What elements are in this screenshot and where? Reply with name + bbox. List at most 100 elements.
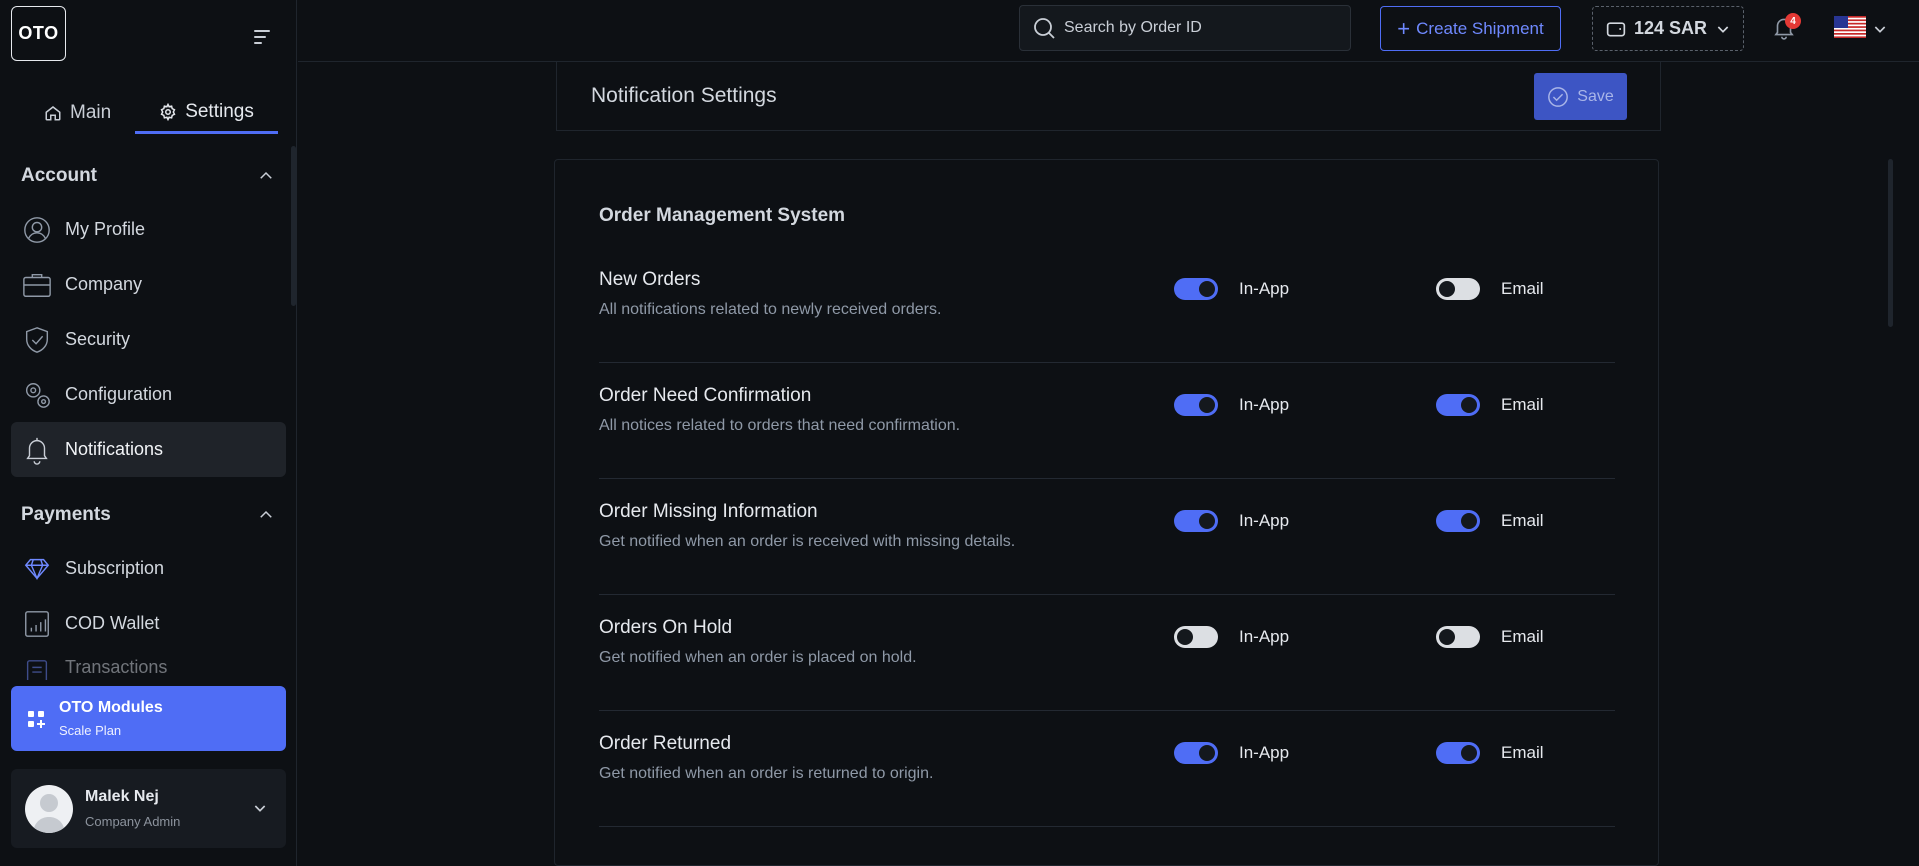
toggle-knob bbox=[1439, 629, 1455, 645]
notification-settings-card: Order Management System New Orders All n… bbox=[554, 159, 1659, 866]
save-button[interactable]: Save bbox=[1534, 73, 1627, 120]
sidebar-item-transactions[interactable]: Transactions bbox=[11, 651, 286, 680]
tab-settings-label: Settings bbox=[185, 100, 254, 122]
setting-row-order-returned: Order Returned Get notified when an orde… bbox=[599, 711, 1615, 827]
inapp-toggle[interactable] bbox=[1174, 626, 1218, 648]
wallet-balance: 124 SAR bbox=[1634, 18, 1708, 38]
sidebar-item-label: Subscription bbox=[65, 558, 165, 578]
toggle-knob bbox=[1461, 397, 1477, 413]
sidebar-item-label: COD Wallet bbox=[65, 613, 160, 633]
chevron-down-icon bbox=[1717, 25, 1729, 33]
sidebar-item-company[interactable]: Company bbox=[11, 257, 286, 312]
inapp-label: In-App bbox=[1239, 627, 1290, 646]
setting-description: Get notified when an order is received w… bbox=[599, 533, 1016, 550]
section-payments-header[interactable]: Payments bbox=[0, 489, 297, 541]
search-input[interactable] bbox=[1064, 19, 1334, 37]
sidebar-item-label: Notifications bbox=[65, 439, 164, 459]
notifications-bell[interactable]: 4 bbox=[1771, 13, 1801, 44]
inapp-label: In-App bbox=[1239, 743, 1290, 762]
setting-row-new-orders: New Orders All notifications related to … bbox=[599, 247, 1615, 363]
sidebar-item-subscription[interactable]: Subscription bbox=[11, 541, 286, 596]
section-account-title: Account bbox=[21, 165, 97, 186]
section-account-header[interactable]: Account bbox=[0, 150, 297, 202]
email-toggle[interactable] bbox=[1436, 394, 1480, 416]
receipt-icon bbox=[21, 657, 53, 680]
modules-grid-icon bbox=[28, 710, 45, 728]
email-toggle[interactable] bbox=[1436, 742, 1480, 764]
tab-main[interactable]: Main bbox=[20, 92, 135, 134]
sidebar-item-label: Security bbox=[65, 329, 131, 349]
email-toggle[interactable] bbox=[1436, 510, 1480, 532]
group-title: Order Management System bbox=[599, 205, 846, 226]
wallet-chart-icon bbox=[21, 608, 53, 640]
email-toggle[interactable] bbox=[1436, 626, 1480, 648]
toggle-knob bbox=[1177, 629, 1193, 645]
user-role: Company Admin bbox=[85, 814, 181, 829]
toggle-knob bbox=[1461, 513, 1477, 529]
page-title: Notification Settings bbox=[591, 84, 777, 107]
email-label: Email bbox=[1501, 279, 1544, 298]
modules-title: OTO Modules bbox=[59, 699, 163, 716]
toggle-knob bbox=[1199, 513, 1215, 529]
diamond-icon bbox=[21, 553, 53, 585]
email-label: Email bbox=[1501, 627, 1544, 646]
toggle-knob bbox=[1461, 745, 1477, 761]
oto-modules-button[interactable]: OTO Modules Scale Plan bbox=[11, 686, 286, 751]
bell-icon bbox=[21, 434, 53, 466]
setting-description: Get notified when an order is placed on … bbox=[599, 649, 917, 666]
sidebar-menu[interactable]: Account My Profile Company Security Conf… bbox=[0, 150, 297, 680]
gear-icon bbox=[160, 102, 176, 121]
tab-settings[interactable]: Settings bbox=[135, 92, 278, 134]
sidebar-item-notifications[interactable]: Notifications bbox=[11, 422, 286, 477]
save-label: Save bbox=[1577, 87, 1614, 105]
page-header: Notification Settings Save bbox=[556, 62, 1661, 131]
email-label: Email bbox=[1501, 743, 1544, 762]
sidebar-collapse-icon[interactable] bbox=[254, 30, 272, 46]
chevron-down-icon[interactable] bbox=[1872, 21, 1888, 37]
sidebar-item-label: Company bbox=[65, 274, 143, 294]
topbar: + Create Shipment 124 SAR 4 bbox=[298, 0, 1919, 62]
setting-title: Order Need Confirmation bbox=[599, 385, 812, 406]
inapp-toggle[interactable] bbox=[1174, 510, 1218, 532]
section-payments-title: Payments bbox=[21, 504, 111, 525]
user-name: Malek Nej bbox=[85, 788, 159, 805]
toggle-knob bbox=[1199, 745, 1215, 761]
inapp-label: In-App bbox=[1239, 395, 1290, 414]
notification-count-badge: 4 bbox=[1785, 13, 1801, 29]
us-flag-icon[interactable] bbox=[1834, 16, 1866, 38]
sidebar-item-label: My Profile bbox=[65, 219, 146, 239]
search-box[interactable] bbox=[1019, 5, 1351, 51]
setting-description: All notices related to orders that need … bbox=[599, 417, 961, 434]
inapp-toggle[interactable] bbox=[1174, 278, 1218, 300]
inapp-label: In-App bbox=[1239, 511, 1290, 530]
wallet-balance-dropdown[interactable]: 124 SAR bbox=[1592, 6, 1744, 51]
sidebar-item-security[interactable]: Security bbox=[11, 312, 286, 367]
setting-description: Get notified when an order is returned t… bbox=[599, 765, 934, 782]
inapp-toggle[interactable] bbox=[1174, 742, 1218, 764]
shield-icon bbox=[21, 324, 53, 356]
sidebar-item-label: Configuration bbox=[65, 384, 173, 404]
search-icon bbox=[1034, 18, 1055, 39]
sidebar: OTO Main Settings Account My Profile Com… bbox=[0, 0, 297, 866]
oto-logo[interactable]: OTO bbox=[11, 6, 66, 61]
email-toggle[interactable] bbox=[1436, 278, 1480, 300]
user-menu[interactable]: Malek Nej Company Admin bbox=[11, 769, 286, 848]
setting-row-order-missing-information: Order Missing Information Get notified w… bbox=[599, 479, 1615, 595]
toggle-knob bbox=[1199, 397, 1215, 413]
email-label: Email bbox=[1501, 395, 1544, 414]
check-circle-icon bbox=[1548, 86, 1569, 107]
wallet-icon bbox=[1606, 21, 1626, 36]
avatar bbox=[25, 784, 73, 833]
setting-title: New Orders bbox=[599, 269, 701, 290]
inapp-toggle[interactable] bbox=[1174, 394, 1218, 416]
sidebar-scrollbar[interactable] bbox=[291, 146, 296, 306]
create-shipment-button[interactable]: + Create Shipment bbox=[1380, 6, 1561, 51]
main-scrollbar[interactable] bbox=[1888, 159, 1893, 327]
create-shipment-label: Create Shipment bbox=[1416, 18, 1544, 38]
home-icon bbox=[45, 106, 61, 121]
sidebar-item-configuration[interactable]: Configuration bbox=[11, 367, 286, 422]
sidebar-tabs: Main Settings bbox=[20, 92, 286, 134]
sidebar-item-cod-wallet[interactable]: COD Wallet bbox=[11, 596, 286, 651]
plus-icon: + bbox=[1397, 15, 1411, 41]
sidebar-item-my-profile[interactable]: My Profile bbox=[11, 202, 286, 257]
